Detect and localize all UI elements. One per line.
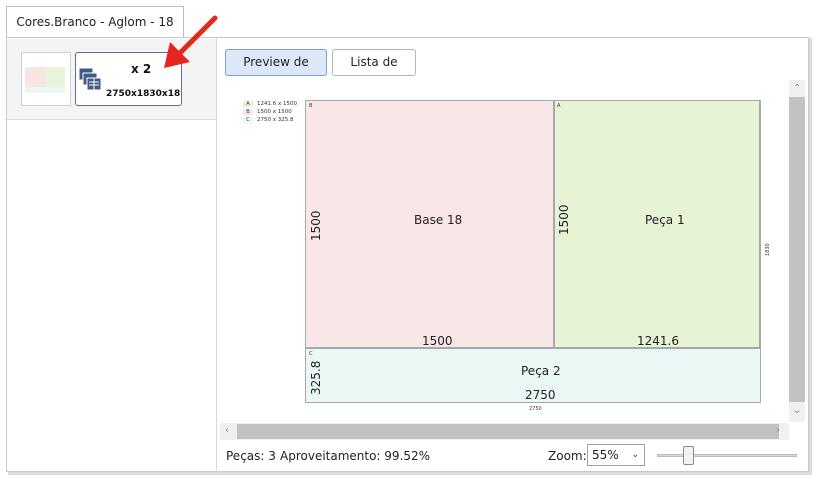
legend-swatch-b: B — [243, 109, 253, 115]
sheet-quantity: x 2 — [131, 62, 152, 76]
piece-legend: A 1241.6 x 1500 B 1500 x 1500 C 2750 x 3… — [243, 100, 297, 124]
legend-text: 2750 x 325.8 — [257, 117, 294, 123]
legend-row: A 1241.6 x 1500 — [243, 100, 297, 108]
zoom-slider-thumb[interactable] — [682, 446, 694, 465]
piece-tag: B — [309, 103, 313, 109]
red-annotation-arrow-icon — [164, 15, 218, 68]
zoom-select[interactable]: 55% ⌄ — [587, 444, 645, 466]
piece-name: Base 18 — [414, 213, 463, 227]
zoom-label: Zoom: — [548, 449, 587, 463]
piece-base-18[interactable]: B Base 18 1500 1500 — [305, 100, 554, 348]
scroll-up-icon[interactable]: ⌃ — [793, 83, 801, 94]
sheet-width-label: 2750 — [529, 406, 542, 412]
vertical-scroll-thumb[interactable] — [789, 97, 805, 402]
scroll-right-icon[interactable]: › — [776, 425, 780, 436]
piece-width-label: 2750 — [525, 388, 556, 402]
thumb-piece-c — [25, 87, 65, 93]
sheet-dimensions: 2750x1830x18 — [106, 89, 181, 99]
legend-text: 1241.6 x 1500 — [257, 101, 297, 107]
piece-peca-2[interactable]: C Peça 2 2750 325.8 — [305, 348, 761, 403]
piece-width-label: 1241.6 — [637, 334, 679, 348]
piece-tag: A — [557, 103, 561, 109]
legend-text: 1500 x 1500 — [257, 109, 292, 115]
piece-width-label: 1500 — [422, 334, 453, 348]
chevron-down-icon: ⌄ — [631, 450, 639, 460]
legend-swatch-c: C — [243, 117, 253, 123]
scroll-down-icon[interactable]: ⌄ — [793, 405, 801, 416]
piece-name: Peça 2 — [521, 364, 561, 378]
legend-swatch-a: A — [243, 101, 253, 107]
lista-de-corte-button[interactable]: Lista de Corte — [332, 49, 416, 94]
horizontal-scroll-thumb[interactable] — [237, 424, 779, 439]
piece-name: Peça 1 — [645, 213, 685, 227]
thumb-piece-b — [25, 67, 45, 87]
stacked-sheets-icon — [78, 67, 102, 91]
frame-shadow-right — [809, 38, 812, 474]
frame-shadow-bottom — [8, 472, 812, 475]
sheet-height-label: 1830 — [765, 243, 771, 256]
legend-row: B 1500 x 1500 — [243, 108, 297, 116]
legend-row: C 2750 x 325.8 — [243, 116, 297, 124]
piece-peca-1[interactable]: A Peça 1 1241.6 1500 — [554, 100, 760, 348]
preview-de-corte-button[interactable]: Preview de Corte — [225, 49, 327, 94]
zoom-value: 55% — [592, 448, 619, 462]
sheet-thumbnail-preview[interactable] — [21, 52, 71, 106]
tab-cores-branco[interactable]: Cores.Branco - Aglom - 18 (1) — [6, 6, 184, 59]
piece-height-label: 1500 — [309, 210, 323, 241]
piece-height-label: 325.8 — [309, 360, 323, 395]
piece-tag: C — [309, 351, 313, 357]
pieces-count: Peças: 3 — [226, 449, 276, 463]
piece-height-label: 1500 — [557, 204, 571, 235]
thumb-piece-a — [45, 67, 65, 87]
scroll-left-icon[interactable]: ‹ — [225, 425, 229, 436]
zoom-slider-track[interactable] — [657, 454, 797, 457]
yield-percentage: Aproveitamento: 99.52% — [280, 449, 431, 463]
